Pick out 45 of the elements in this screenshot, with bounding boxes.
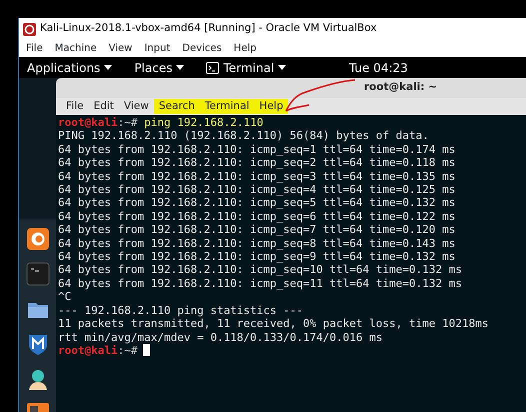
menu-item[interactable]: File <box>61 98 89 114</box>
caret-icon <box>278 65 286 70</box>
menu-item[interactable]: View <box>118 98 154 114</box>
menu-item[interactable]: Help <box>254 98 288 114</box>
output-line: 64 bytes from 192.168.2.110: icmp_seq=10 ttl=64 time=0.132 ms <box>58 263 462 276</box>
app-logo-icon <box>23 22 36 36</box>
browser-icon[interactable] <box>26 227 50 251</box>
menu-item[interactable]: Machine <box>54 41 97 56</box>
menu-item[interactable]: File <box>26 41 43 56</box>
output-line: PING 192.168.2.110 (192.168.2.110) 56(84) bytes of data. <box>58 129 429 142</box>
output-line: 64 bytes from 192.168.2.110: icmp_seq=3 ttl=64 time=0.135 ms <box>58 170 456 183</box>
menu-item[interactable]: Search <box>154 98 200 114</box>
output-line: 64 bytes from 192.168.2.110: icmp_seq=2 ttl=64 time=0.118 ms <box>58 156 456 170</box>
prompt-user: root@kali <box>58 116 118 129</box>
output-line: ^C <box>58 290 72 304</box>
prompt-user: root@kali <box>58 344 118 357</box>
terminal-title: root@kali: ~ <box>364 80 438 96</box>
output-line: 64 bytes from 192.168.2.110: icmp_seq=11 ttl=64 time=0.132 ms <box>58 276 462 290</box>
output-line: 64 bytes from 192.168.2.110: icmp_seq=7 ttl=64 time=0.120 ms <box>58 223 456 236</box>
caret-icon <box>176 65 184 70</box>
panel-menu[interactable]: Applications <box>27 58 112 76</box>
output-line: rtt min/avg/max/mdev = 0.118/0.133/0.174/0.016 ms <box>58 330 383 344</box>
caret-icon <box>104 65 112 70</box>
menu-item[interactable]: View <box>108 41 132 56</box>
prompt-path: :~# <box>118 116 138 129</box>
output-line: 64 bytes from 192.168.2.110: icmp_seq=4 ttl=64 time=0.125 ms <box>58 183 456 196</box>
panel-menu[interactable]: Terminal <box>206 58 286 76</box>
menu-item[interactable]: Devices <box>182 41 222 56</box>
window-title: Kali-Linux-2018.1-vbox-amd64 [Running] - Oracle VM VirtualBox <box>40 21 377 36</box>
menu-item[interactable]: Input <box>144 41 170 56</box>
command-text: ping 192.168.2.110 <box>144 116 264 129</box>
panel-menu[interactable]: Places <box>134 58 184 76</box>
terminal-icon <box>206 62 220 74</box>
clock: Tue 04:23 <box>349 60 408 76</box>
output-line: 64 bytes from 192.168.2.110: icmp_seq=1 ttl=64 time=0.174 ms <box>58 142 456 156</box>
output-line: 64 bytes from 192.168.2.110: icmp_seq=6 ttl=64 time=0.122 ms <box>58 210 456 223</box>
output-line: --- 192.168.2.110 ping statistics --- <box>58 304 304 317</box>
menu-item[interactable]: Help <box>234 41 256 56</box>
output-line: 64 bytes from 192.168.2.110: icmp_seq=9 ttl=64 time=0.132 ms <box>58 250 456 264</box>
prompt-path: :~# <box>118 344 138 357</box>
output-line: 64 bytes from 192.168.2.110: icmp_seq=8 ttl=64 time=0.143 ms <box>58 236 456 250</box>
menu-item[interactable]: Edit <box>88 98 119 114</box>
menu-item[interactable]: Terminal <box>200 98 254 114</box>
output-line: 64 bytes from 192.168.2.110: icmp_seq=5 ttl=64 time=0.132 ms <box>58 196 456 210</box>
output-line: 11 packets transmitted, 11 received, 0% packet loss, time 10218ms <box>58 317 488 330</box>
